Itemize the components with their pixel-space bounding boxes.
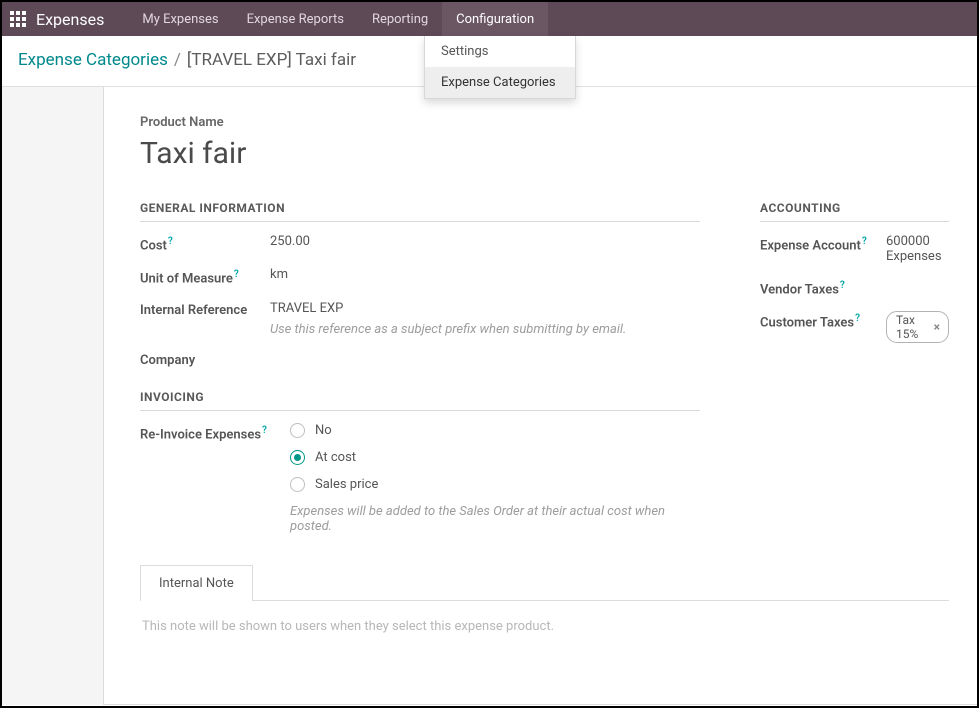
- section-general-info: GENERAL INFORMATION: [140, 201, 700, 222]
- help-icon[interactable]: ?: [262, 425, 267, 436]
- label-internal-ref: Internal Reference: [140, 301, 270, 318]
- breadcrumb-current: [TRAVEL EXP] Taxi fair: [187, 50, 356, 70]
- brand-title[interactable]: Expenses: [36, 10, 104, 29]
- radio-icon: [290, 450, 305, 465]
- nav-configuration[interactable]: Configuration: [442, 2, 548, 36]
- radio-option-no[interactable]: No: [290, 423, 700, 438]
- nav-reporting[interactable]: Reporting: [358, 2, 442, 36]
- label-company: Company: [140, 351, 270, 368]
- configuration-dropdown: Settings Expense Categories: [424, 36, 576, 99]
- radio-option-at-cost[interactable]: At cost: [290, 450, 700, 465]
- breadcrumb-separator: /: [168, 50, 187, 70]
- radio-icon: [290, 423, 305, 438]
- top-nav: Expenses My Expenses Expense Reports Rep…: [2, 2, 977, 36]
- help-icon[interactable]: ?: [862, 236, 867, 247]
- label-expense-account: Expense Account?: [760, 234, 886, 253]
- hint-reinvoice: Expenses will be added to the Sales Orde…: [290, 504, 690, 534]
- help-icon[interactable]: ?: [234, 269, 239, 280]
- radio-label: Sales price: [315, 477, 378, 492]
- label-reinvoice: Re-Invoice Expenses?: [140, 423, 290, 442]
- label-vendor-taxes: Vendor Taxes?: [760, 278, 886, 297]
- form-sheet: Product Name Taxi fair GENERAL INFORMATI…: [103, 87, 977, 705]
- dropdown-settings[interactable]: Settings: [425, 36, 575, 67]
- value-customer-taxes[interactable]: Tax 15% ×: [886, 311, 949, 343]
- breadcrumb-link-parent[interactable]: Expense Categories: [18, 50, 168, 70]
- tag-remove-icon[interactable]: ×: [934, 320, 940, 334]
- value-uom[interactable]: km: [270, 267, 700, 282]
- radio-icon: [290, 477, 305, 492]
- product-name-label: Product Name: [140, 115, 949, 130]
- product-name-value[interactable]: Taxi fair: [140, 136, 949, 171]
- tax-tag-label: Tax 15%: [896, 313, 929, 341]
- section-accounting: ACCOUNTING: [760, 201, 949, 222]
- tax-tag[interactable]: Tax 15% ×: [886, 311, 949, 343]
- value-internal-ref[interactable]: TRAVEL EXP Use this reference as a subje…: [270, 301, 700, 337]
- help-icon[interactable]: ?: [855, 313, 860, 324]
- label-customer-taxes: Customer Taxes?: [760, 311, 886, 330]
- radio-option-sales-price[interactable]: Sales price: [290, 477, 700, 492]
- label-uom: Unit of Measure?: [140, 267, 270, 286]
- hint-internal-ref: Use this reference as a subject prefix w…: [270, 322, 700, 337]
- internal-note-placeholder[interactable]: This note will be shown to users when th…: [140, 601, 949, 652]
- dropdown-expense-categories[interactable]: Expense Categories: [425, 67, 575, 98]
- help-icon[interactable]: ?: [168, 236, 173, 247]
- radio-label: No: [315, 423, 332, 438]
- nav-my-expenses[interactable]: My Expenses: [128, 2, 232, 36]
- help-icon[interactable]: ?: [840, 280, 845, 291]
- section-invoicing: INVOICING: [140, 390, 700, 411]
- sheet-background: Product Name Taxi fair GENERAL INFORMATI…: [2, 87, 977, 705]
- label-cost: Cost?: [140, 234, 270, 253]
- nav-expense-reports[interactable]: Expense Reports: [233, 2, 358, 36]
- radio-label: At cost: [315, 450, 356, 465]
- value-cost[interactable]: 250.00: [270, 234, 700, 249]
- apps-grid-icon[interactable]: [10, 11, 26, 27]
- value-expense-account[interactable]: 600000 Expenses: [886, 234, 949, 264]
- tab-internal-note[interactable]: Internal Note: [140, 565, 253, 601]
- tabs: Internal Note: [140, 564, 949, 601]
